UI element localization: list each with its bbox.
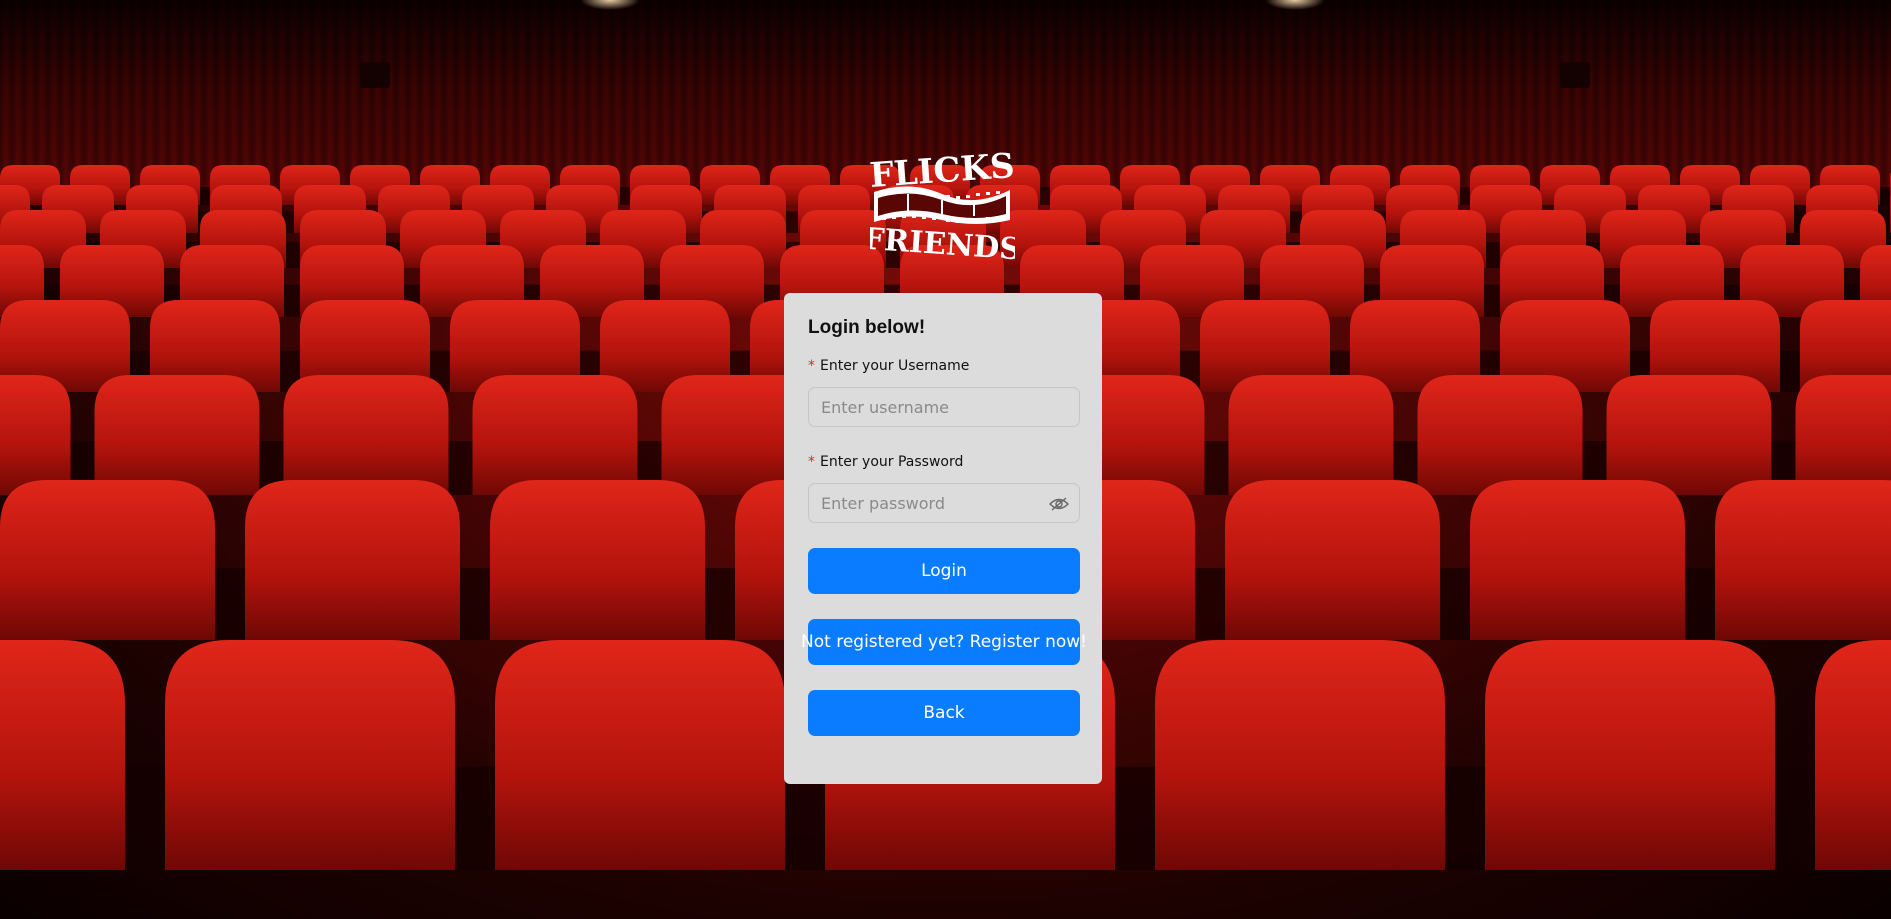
username-input[interactable] bbox=[808, 387, 1080, 427]
seat-gap-shadow bbox=[1445, 766, 1485, 870]
theater-seat bbox=[1417, 375, 1583, 495]
password-input[interactable] bbox=[808, 483, 1080, 523]
username-label-text: Enter your Username bbox=[820, 358, 970, 374]
seat-gap-shadow bbox=[1195, 568, 1225, 640]
seat-gap-shadow bbox=[705, 568, 735, 640]
username-label: * Enter your Username bbox=[808, 358, 969, 374]
theater-seat bbox=[0, 480, 215, 640]
seat-gap-shadow bbox=[286, 241, 300, 268]
theater-seat bbox=[1228, 375, 1394, 495]
seat-gap-shadow bbox=[455, 766, 495, 870]
logo-text-top: FLICKS bbox=[870, 150, 1015, 196]
register-button[interactable]: Not registered yet? Register now! bbox=[801, 619, 1087, 665]
seat-gap-shadow bbox=[620, 187, 630, 205]
eye-off-icon[interactable] bbox=[1048, 493, 1070, 515]
seat-gap-shadow bbox=[1880, 187, 1890, 205]
theater-seat bbox=[165, 640, 455, 870]
theater-seat bbox=[1795, 375, 1891, 495]
login-button[interactable]: Login bbox=[808, 548, 1080, 594]
theater-seat bbox=[1155, 640, 1445, 870]
seat-gap-shadow bbox=[1685, 568, 1715, 640]
seat-gap-shadow bbox=[1204, 441, 1229, 495]
theater-seat bbox=[94, 375, 260, 495]
seat-gap-shadow bbox=[1486, 241, 1500, 268]
theater-seat bbox=[0, 375, 71, 495]
seat-gap-shadow bbox=[786, 211, 798, 233]
theater-seat bbox=[1815, 640, 1891, 870]
seat-gap-shadow bbox=[1440, 568, 1470, 640]
theater-seat bbox=[472, 375, 638, 495]
theater-seat bbox=[1485, 640, 1775, 870]
flicks-friends-logo: FLICKS FRIENDS bbox=[870, 150, 1015, 260]
seat-gap-shadow bbox=[1780, 350, 1800, 392]
theater-seat bbox=[1606, 375, 1772, 495]
password-label-text: Enter your Password bbox=[820, 454, 964, 470]
back-button[interactable]: Back bbox=[808, 690, 1080, 736]
password-label: * Enter your Password bbox=[808, 454, 963, 470]
seat-gap-shadow bbox=[1460, 187, 1470, 205]
theater-seat bbox=[1715, 480, 1891, 640]
logo-text-bottom: FRIENDS bbox=[870, 222, 1015, 260]
seat-gap-shadow bbox=[1484, 284, 1500, 317]
required-marker: * bbox=[808, 454, 815, 470]
theater-seat bbox=[245, 480, 460, 640]
seat-gap-shadow bbox=[448, 441, 473, 495]
seat-gap-shadow bbox=[1040, 187, 1050, 205]
theater-seat bbox=[1225, 480, 1440, 640]
seat-gap-shadow bbox=[215, 568, 245, 640]
seat-gap-shadow bbox=[1775, 766, 1815, 870]
theater-seat bbox=[495, 640, 785, 870]
page-background: FLICKS FRIENDS Login below! * Enter your … bbox=[0, 0, 1891, 919]
login-card: Login below! * Enter your Username * Enter… bbox=[784, 293, 1102, 784]
seat-gap-shadow bbox=[125, 766, 165, 870]
theater-seat bbox=[0, 640, 125, 870]
required-marker: * bbox=[808, 358, 815, 374]
login-title: Login below! bbox=[808, 317, 926, 338]
seat-gap-shadow bbox=[284, 284, 300, 317]
theater-seat bbox=[490, 480, 705, 640]
theater-seat bbox=[1470, 480, 1685, 640]
seat-gap-shadow bbox=[1115, 766, 1155, 870]
theater-seat bbox=[283, 375, 449, 495]
seat-gap-shadow bbox=[200, 187, 210, 205]
seat-gap-shadow bbox=[460, 568, 490, 640]
